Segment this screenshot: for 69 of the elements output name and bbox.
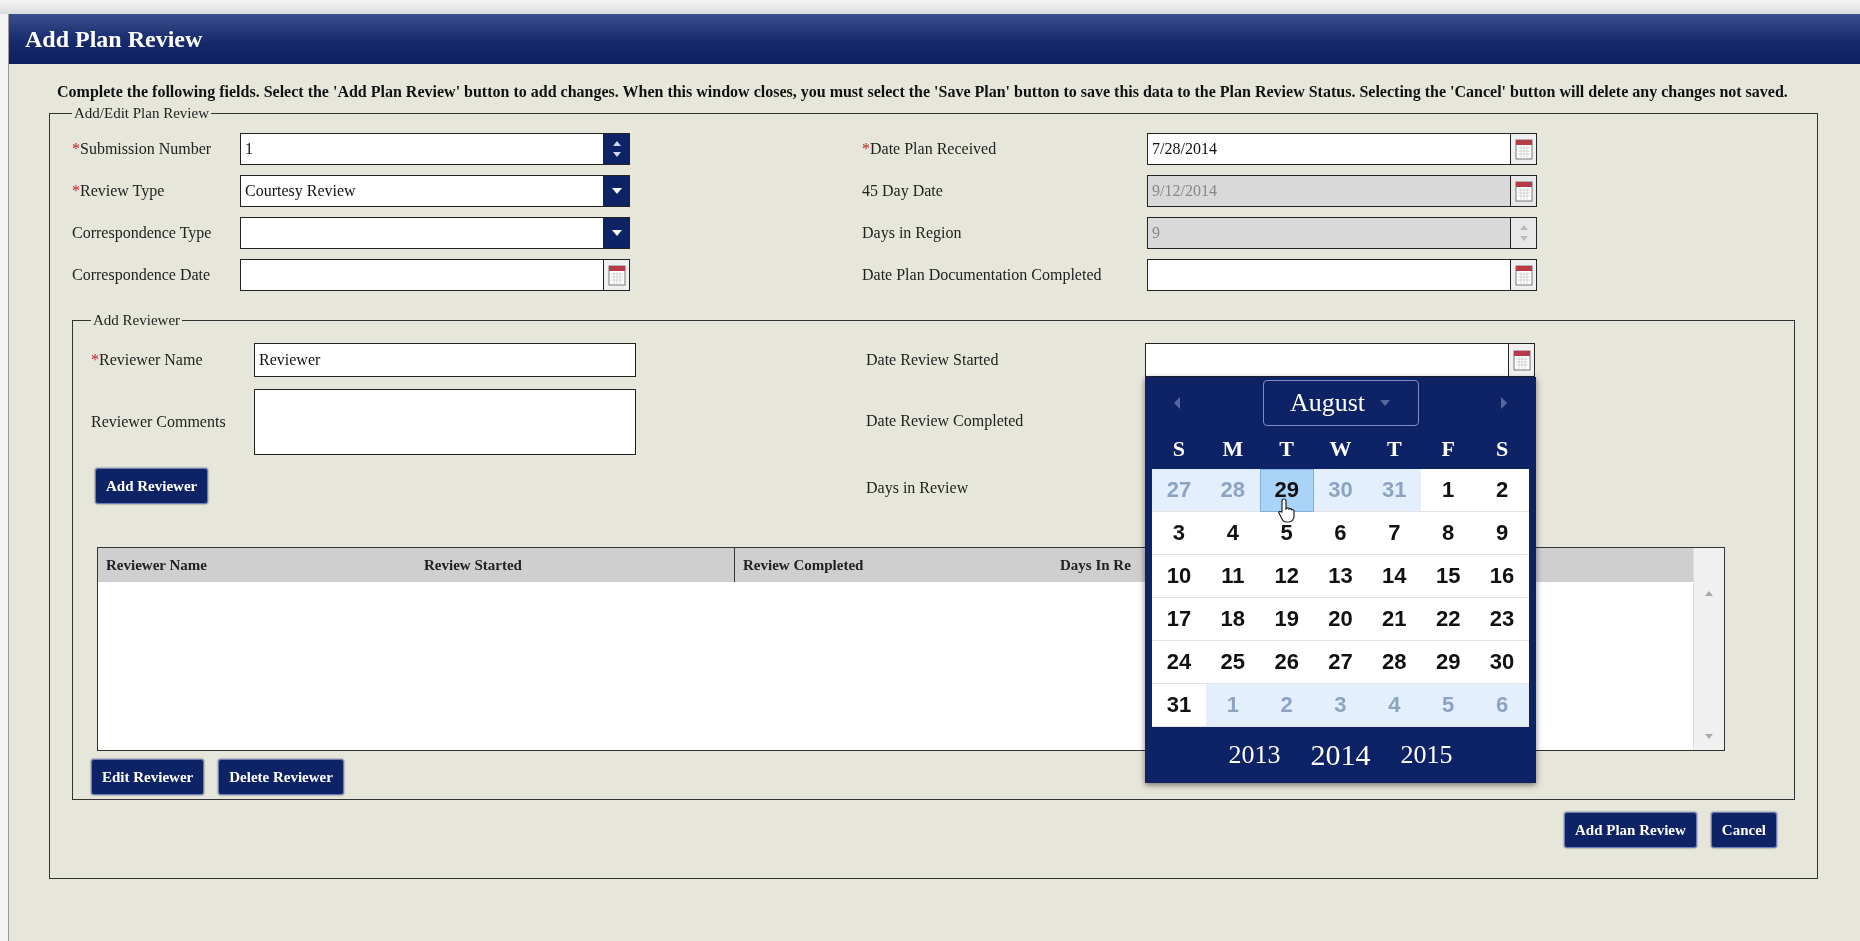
caret-down-icon bbox=[610, 187, 623, 195]
dialog-title: Add Plan Review bbox=[25, 25, 203, 53]
calendar-icon bbox=[1514, 138, 1533, 160]
column-header[interactable]: Review Completed bbox=[734, 548, 1052, 582]
field-label: 45 Day Date bbox=[862, 182, 943, 200]
number-field[interactable]: 1 bbox=[240, 133, 604, 165]
calendar-button[interactable] bbox=[1511, 133, 1537, 165]
field-label: Date Plan Documentation Completed bbox=[862, 266, 1102, 284]
weekday-header: S bbox=[1494, 436, 1510, 462]
field-label: Date Review Completed bbox=[866, 412, 1024, 430]
year-option[interactable]: 2014 bbox=[1310, 738, 1371, 772]
date-field[interactable] bbox=[1147, 259, 1511, 291]
dropdown-field[interactable]: Courtesy Review bbox=[240, 175, 604, 207]
input-field[interactable]: Reviewer bbox=[254, 343, 636, 377]
field-label: Days in Region bbox=[862, 224, 962, 242]
weekday-header: F bbox=[1440, 436, 1456, 462]
weekday-header: T bbox=[1386, 436, 1403, 462]
weekday-header: M bbox=[1221, 436, 1245, 462]
field-label: Days in Review bbox=[866, 479, 969, 497]
field-label: Review Type bbox=[80, 182, 165, 200]
required-mark: * bbox=[72, 140, 80, 158]
calendar-icon bbox=[607, 264, 626, 286]
date-field[interactable] bbox=[240, 259, 604, 291]
field-label: Date Plan Received bbox=[870, 140, 997, 158]
previous-arrow-icon[interactable] bbox=[1172, 396, 1182, 410]
add-reviewer-button[interactable]: Add Reviewer bbox=[95, 468, 209, 504]
calendar-day[interactable]: 29 bbox=[1259, 469, 1314, 512]
group-legend: Add Reviewer bbox=[91, 312, 183, 329]
field-label: Date Review Started bbox=[866, 351, 999, 369]
calendar-icon bbox=[1512, 349, 1531, 371]
caret-down-icon bbox=[610, 229, 623, 237]
weekday-header: S bbox=[1171, 436, 1187, 462]
spinner-button[interactable] bbox=[604, 133, 630, 165]
calendar-icon bbox=[1514, 264, 1533, 286]
column-header[interactable]: Reviewer Name bbox=[98, 548, 416, 582]
calendar-button[interactable] bbox=[1511, 259, 1537, 291]
field-label: Submission Number bbox=[80, 140, 212, 158]
next-arrow-icon[interactable] bbox=[1499, 396, 1509, 410]
date-field[interactable] bbox=[1145, 343, 1509, 377]
submit-button[interactable]: Add Plan Review bbox=[1564, 812, 1697, 848]
spinner-button[interactable] bbox=[1511, 217, 1537, 249]
cancel-button[interactable]: Cancel bbox=[1710, 812, 1777, 848]
date-field[interactable]: 7/28/2014 bbox=[1147, 133, 1511, 165]
month-selector[interactable]: August bbox=[1262, 380, 1419, 426]
required-mark: * bbox=[862, 140, 870, 158]
field-label: Reviewer Comments bbox=[91, 413, 226, 431]
dropdown-button[interactable] bbox=[604, 175, 630, 207]
weekday-header: W bbox=[1328, 436, 1353, 462]
comments-field[interactable] bbox=[254, 389, 636, 455]
calendar-button[interactable] bbox=[604, 259, 630, 291]
required-mark: * bbox=[91, 351, 99, 369]
required-mark: * bbox=[72, 182, 80, 200]
group-legend: Add/Edit Plan Review bbox=[72, 105, 211, 122]
calendar-icon bbox=[1514, 180, 1533, 202]
weekday-header: T bbox=[1278, 436, 1295, 462]
calendar-button[interactable] bbox=[1509, 343, 1535, 377]
dropdown-button[interactable] bbox=[604, 217, 630, 249]
caret-down-icon bbox=[1379, 399, 1392, 407]
calendar-button[interactable] bbox=[1511, 175, 1537, 207]
edit-button[interactable]: Edit Reviewer bbox=[91, 759, 205, 795]
column-header[interactable]: Review Started bbox=[416, 548, 734, 582]
field-label: Reviewer Name bbox=[99, 351, 203, 369]
year-option[interactable]: 2015 bbox=[1400, 740, 1453, 770]
year-option[interactable]: 2013 bbox=[1228, 740, 1281, 770]
field-label: Correspondence Date bbox=[72, 266, 211, 284]
instructions-text: Complete the following fields. Select the 'Add Plan Review' button to add changes. When this window closes, you must select the 'Save Plan' button to save this data to the Plan Review Status. Selecting the 'Cancel' button will delete any changes not saved. bbox=[57, 82, 1789, 103]
delete-button[interactable]: Delete Reviewer bbox=[218, 759, 344, 795]
dropdown-field[interactable] bbox=[240, 217, 604, 249]
field-label: Correspondence Type bbox=[72, 224, 212, 242]
